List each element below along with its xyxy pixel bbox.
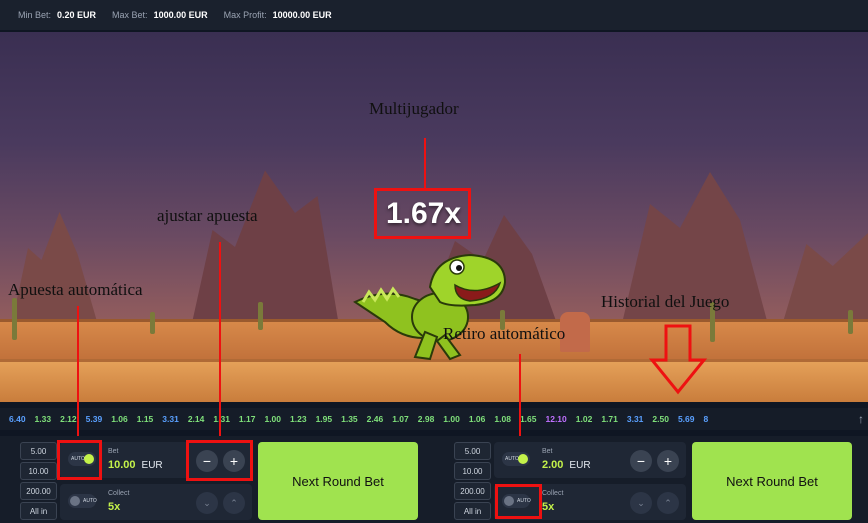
history-multiplier: 1.35	[341, 414, 358, 424]
history-multiplier: 1.31	[213, 414, 230, 424]
min-bet-label: Min Bet:	[18, 10, 52, 20]
collect-value[interactable]: 5x	[542, 501, 554, 513]
bet-amount-card: AUTO Bet 2.00 EUR − +	[494, 442, 686, 478]
history-multiplier: 5.39	[85, 414, 103, 424]
next-round-bet-button[interactable]: Next Round Bet	[692, 442, 852, 520]
cactus	[12, 298, 17, 340]
auto-cashout-highlight	[495, 484, 542, 519]
chevron-up-icon[interactable]: ⌃	[657, 492, 679, 514]
history-multiplier: 6.40	[9, 414, 26, 424]
history-multiplier: 1.71	[601, 414, 618, 424]
max-bet-value: 1000.00 EUR	[153, 10, 208, 20]
mountain	[10, 212, 100, 332]
mountain	[190, 170, 340, 332]
history-multiplier: 1.15	[136, 414, 154, 424]
quick-bet-button[interactable]: 10.00	[20, 462, 57, 480]
game-history-strip[interactable]: 6.40 1.33 2.12 5.39 1.06 1.15 3.31 2.14 1.31 1.17…	[0, 408, 868, 430]
bet-label: Bet	[542, 448, 553, 455]
auto-collect-toggle[interactable]: AUTO	[68, 494, 97, 508]
max-profit-label: Max Profit:	[223, 10, 267, 20]
history-multiplier: 1.08	[494, 414, 511, 424]
collect-value[interactable]: 5x	[108, 501, 120, 513]
history-multiplier: 1.17	[238, 414, 256, 424]
history-multiplier: 2.14	[187, 414, 205, 424]
history-multiplier: 2.98	[417, 414, 435, 424]
history-multiplier: 1.02	[575, 414, 593, 424]
history-multiplier: 1.23	[290, 414, 307, 424]
auto-bet-annotation: Apuesta automática	[8, 280, 143, 299]
multiplier-display: 1.67x	[385, 197, 462, 230]
quick-bet-button[interactable]: 10.00	[454, 462, 491, 480]
quick-bet-button[interactable]: 5.00	[454, 442, 491, 460]
adjust-bet-highlight	[186, 440, 253, 481]
min-bet-value: 0.20 EUR	[57, 10, 97, 20]
quick-bet-button[interactable]: 5.00	[20, 442, 57, 460]
bet-value[interactable]: 2.00 EUR	[542, 459, 591, 471]
history-multiplier: 2.46	[366, 414, 384, 424]
cactus	[258, 302, 263, 330]
auto-bet-toggle[interactable]: AUTO	[502, 452, 530, 466]
collect-label: Collect	[108, 490, 130, 497]
decrease-bet-button[interactable]: −	[630, 450, 652, 472]
next-round-bet-button[interactable]: Next Round Bet	[258, 442, 418, 520]
max-bet-label: Max Bet:	[112, 10, 148, 20]
chevron-up-icon[interactable]: ⌃	[223, 492, 245, 514]
auto-bet-highlight	[57, 440, 102, 480]
cactus	[848, 310, 853, 334]
history-multiplier: 1.00	[443, 414, 460, 424]
history-multiplier: 1.00	[264, 414, 282, 424]
quick-bet-button[interactable]: 200.00	[454, 482, 491, 500]
history-multiplier: 12.10	[545, 414, 567, 424]
history-multiplier: 3.31	[162, 414, 179, 424]
chevron-down-icon[interactable]: ⌄	[630, 492, 652, 514]
dinosaur-character	[353, 253, 507, 361]
history-multiplier: 8	[703, 414, 709, 424]
all-in-button[interactable]: All in	[454, 502, 491, 520]
history-multiplier: 1.06	[468, 414, 486, 424]
adjust-bet-annotation: ajustar apuesta	[157, 206, 258, 225]
history-multiplier: 2.50	[652, 414, 669, 424]
game-history-annotation: Historial del Juego	[601, 292, 730, 311]
history-multiplier: 5.69	[677, 414, 695, 424]
history-multiplier: 1.07	[392, 414, 409, 424]
quick-bet-button[interactable]: 200.00	[20, 482, 57, 500]
bet-value[interactable]: 10.00 EUR	[108, 459, 163, 471]
chevron-down-icon[interactable]: ⌄	[196, 492, 218, 514]
max-profit-value: 10000.00 EUR	[272, 10, 332, 20]
collect-card: AUTO Collect 5x ⌄ ⌃	[60, 484, 252, 520]
history-multiplier: 1.95	[315, 414, 333, 424]
history-multiplier: 1.06	[111, 414, 128, 424]
cactus	[150, 312, 155, 334]
auto-cashout-annotation: Retiro automático	[443, 324, 566, 343]
history-multiplier: 3.31	[626, 414, 644, 424]
arrow-down-icon	[648, 324, 708, 395]
bet-label: Bet	[108, 448, 119, 455]
history-multiplier: 1.65	[519, 414, 537, 424]
all-in-button[interactable]: All in	[20, 502, 57, 520]
history-multiplier: 2.12	[60, 414, 77, 424]
increase-bet-button[interactable]: +	[657, 450, 679, 472]
arrow-up-icon[interactable]: ↑	[858, 412, 864, 426]
limits-bar: Min Bet: 0.20 EUR Max Bet: 1000.00 EUR M…	[0, 0, 868, 30]
multiplayer-annotation: Multijugador	[369, 99, 459, 118]
mountain	[780, 233, 868, 332]
history-multiplier: 1.33	[34, 414, 52, 424]
collect-label: Collect	[542, 490, 564, 497]
